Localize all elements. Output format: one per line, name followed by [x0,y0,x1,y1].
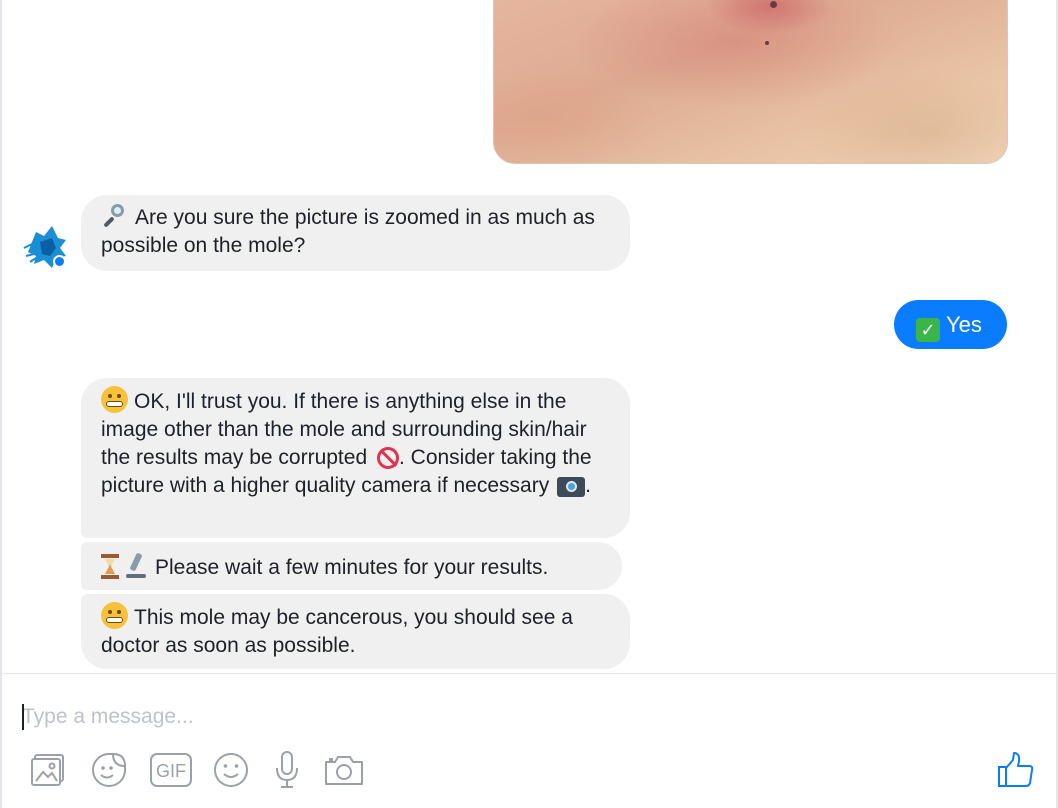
composer-divider [0,673,1058,674]
magnifier-icon [101,203,127,229]
voice-button[interactable] [272,750,302,790]
user-message: ✓ Yes [894,300,1007,349]
photo-icon [31,754,64,786]
hourglass-icon [101,554,119,579]
thumbs-up-icon [998,752,1034,787]
bot-message: OK, I'll trust you. If there is anything… [81,378,630,538]
gif-label: GIF [156,761,186,781]
check-mark-icon: ✓ [916,318,940,342]
mole-spot [770,1,777,8]
emoji-icon [214,753,248,787]
messenger-badge-icon [53,255,66,268]
text-cursor [22,704,24,730]
bot-avatar[interactable] [22,222,68,270]
grimacing-face-icon [101,386,128,413]
like-button[interactable] [994,750,1038,790]
bot-message: Are you sure the picture is zoomed in as… [81,195,630,271]
camera-button[interactable] [322,750,366,790]
gif-icon: GIF [150,753,192,787]
sticker-icon [92,753,126,787]
sent-photo[interactable] [493,0,1008,164]
camera-icon [325,756,363,785]
message-text: Please wait a few minutes for your resul… [155,556,549,579]
photo-button[interactable] [28,750,68,790]
message-text: Are you sure the picture is zoomed in as… [101,206,595,257]
mole-spot [765,41,769,45]
message-text: . [585,474,591,497]
window-border-left [0,0,2,808]
emoji-button[interactable] [211,750,251,790]
microscope-icon [125,552,147,579]
gif-button[interactable]: GIF [148,750,194,790]
message-text: This mole may be cancerous, you should s… [101,606,573,657]
bot-message: Please wait a few minutes for your resul… [81,542,622,590]
bot-message: This mole may be cancerous, you should s… [81,594,630,669]
microphone-icon [276,751,298,788]
sticker-button[interactable] [89,750,129,790]
prohibited-icon [376,447,399,469]
message-text: Yes [946,312,982,337]
message-input[interactable] [22,700,622,734]
grimacing-face-icon [101,602,128,629]
camera-emoji-icon [557,477,586,497]
